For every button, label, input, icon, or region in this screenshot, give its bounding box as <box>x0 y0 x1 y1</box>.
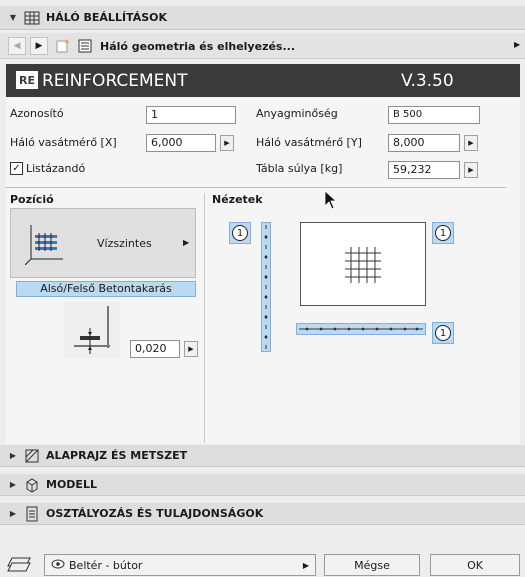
brand-name: REINFORCEMENT <box>42 71 188 91</box>
play-icon: ▶ <box>188 345 194 353</box>
brand-banner: RE REINFORCEMENT V.3.50 <box>6 64 520 97</box>
id-field[interactable]: 1 <box>146 106 236 124</box>
mesh-grid-icon <box>345 247 381 283</box>
chevron-right-icon: ▶ <box>9 509 17 518</box>
diameter-y-field[interactable]: 8,000 <box>388 134 460 152</box>
views-label: Nézetek <box>212 193 263 206</box>
page-icon <box>78 39 92 53</box>
play-icon: ▶ <box>468 139 474 147</box>
diameter-x-arrow-button[interactable]: ▶ <box>220 135 234 151</box>
cover-label-box: Alsó/Felső Betontakarás <box>16 281 196 297</box>
weight-label: Tábla súlya [kg] <box>256 162 343 175</box>
cover-field[interactable]: 0,020 <box>130 340 180 358</box>
diameter-x-field[interactable]: 6,000 <box>146 134 216 152</box>
favorite-page-icon[interactable] <box>56 39 70 53</box>
settings-panel: RE REINFORCEMENT V.3.50 Azonosító 1 Háló… <box>6 64 520 444</box>
weight-arrow-button[interactable]: ▶ <box>464 162 478 178</box>
cover-diagram-icon <box>64 302 120 358</box>
id-label: Azonosító <box>10 107 64 120</box>
page-dropdown[interactable]: Háló geometria és elhelyezés... <box>78 38 508 54</box>
front-view-strip[interactable] <box>296 323 426 335</box>
list-checkbox-label: Listázandó <box>26 162 86 175</box>
vertical-divider <box>204 193 205 443</box>
section-classification[interactable]: ▶ OSZTÁLYOZÁS ÉS TULAJDONSÁGOK <box>0 503 525 525</box>
chevron-right-icon: ▶ <box>9 480 17 489</box>
floorplan-icon <box>24 448 40 464</box>
ok-button[interactable]: OK <box>430 554 520 576</box>
cancel-button-label: Mégse <box>354 558 390 572</box>
chevron-down-icon: ▼ <box>9 13 17 22</box>
layer-dropdown[interactable]: Beltér - bútor ▶ <box>44 554 316 576</box>
dropdown-arrow-icon[interactable]: ▶ <box>514 40 520 49</box>
eye-icon <box>51 559 65 572</box>
settings-title: HÁLÓ BEÁLLÍTÁSOK <box>46 11 167 24</box>
page-navigation: ◀ ▶ Háló geometria és elhelyezés... ▶ <box>0 33 525 59</box>
section-model[interactable]: ▶ MODELL <box>0 474 525 496</box>
material-field[interactable]: B 500 <box>388 106 480 124</box>
chevron-right-icon: ▶ <box>183 238 190 247</box>
next-page-button[interactable]: ▶ <box>30 37 48 55</box>
document-list-icon <box>24 506 40 522</box>
diameter-y-label: Háló vasátmérő [Y] <box>256 136 362 149</box>
version-label: V.3.50 <box>401 71 454 91</box>
list-checkbox-row[interactable]: ✓ Listázandó <box>10 162 85 175</box>
section-model-label: MODELL <box>46 478 97 491</box>
checkbox-checked-icon[interactable]: ✓ <box>10 162 23 175</box>
ok-button-label: OK <box>467 558 483 572</box>
play-icon: ▶ <box>468 166 474 174</box>
page-dropdown-label: Háló geometria és elhelyezés... <box>100 39 296 53</box>
mesh-settings-icon <box>24 10 40 26</box>
placement-value: Vízszintes <box>97 237 152 250</box>
cancel-button[interactable]: Mégse <box>324 554 420 576</box>
chevron-right-icon: ▶ <box>9 451 17 460</box>
cube-icon <box>24 477 40 493</box>
placement-icon <box>24 221 65 266</box>
divider <box>6 187 506 188</box>
play-icon: ▶ <box>224 139 230 147</box>
chevron-left-icon: ◀ <box>13 41 21 51</box>
diameter-y-arrow-button[interactable]: ▶ <box>464 135 478 151</box>
side-view-strip[interactable] <box>261 222 271 352</box>
chevron-right-icon: ▶ <box>35 41 43 51</box>
position-label: Pozíció <box>10 193 54 206</box>
cover-arrow-button[interactable]: ▶ <box>184 341 198 357</box>
view-bottom-number: 1 <box>435 325 451 341</box>
cover-label: Alsó/Felső Betontakarás <box>40 282 172 295</box>
brand-logo: RE <box>16 71 38 89</box>
placement-selector[interactable]: Vízszintes ▶ <box>10 208 196 278</box>
section-floorplan-label: ALAPRAJZ ÉS METSZET <box>46 449 188 462</box>
diameter-x-label: Háló vasátmérő [X] <box>10 136 117 149</box>
prev-page-button[interactable]: ◀ <box>8 37 26 55</box>
section-floorplan[interactable]: ▶ ALAPRAJZ ÉS METSZET <box>0 445 525 467</box>
plan-view[interactable] <box>300 222 426 306</box>
chevron-right-icon: ▶ <box>302 560 309 570</box>
weight-field: 59,232 <box>388 161 460 179</box>
view-left-number: 1 <box>232 225 248 241</box>
layer-icon <box>6 556 32 574</box>
view-right-number: 1 <box>435 225 451 241</box>
material-label: Anyagminőség <box>256 107 338 120</box>
section-classification-label: OSZTÁLYOZÁS ÉS TULAJDONSÁGOK <box>46 507 264 520</box>
mouse-cursor-icon <box>324 190 338 214</box>
layer-value: Beltér - bútor <box>69 558 143 572</box>
settings-header[interactable]: ▼ HÁLÓ BEÁLLÍTÁSOK <box>0 6 525 30</box>
